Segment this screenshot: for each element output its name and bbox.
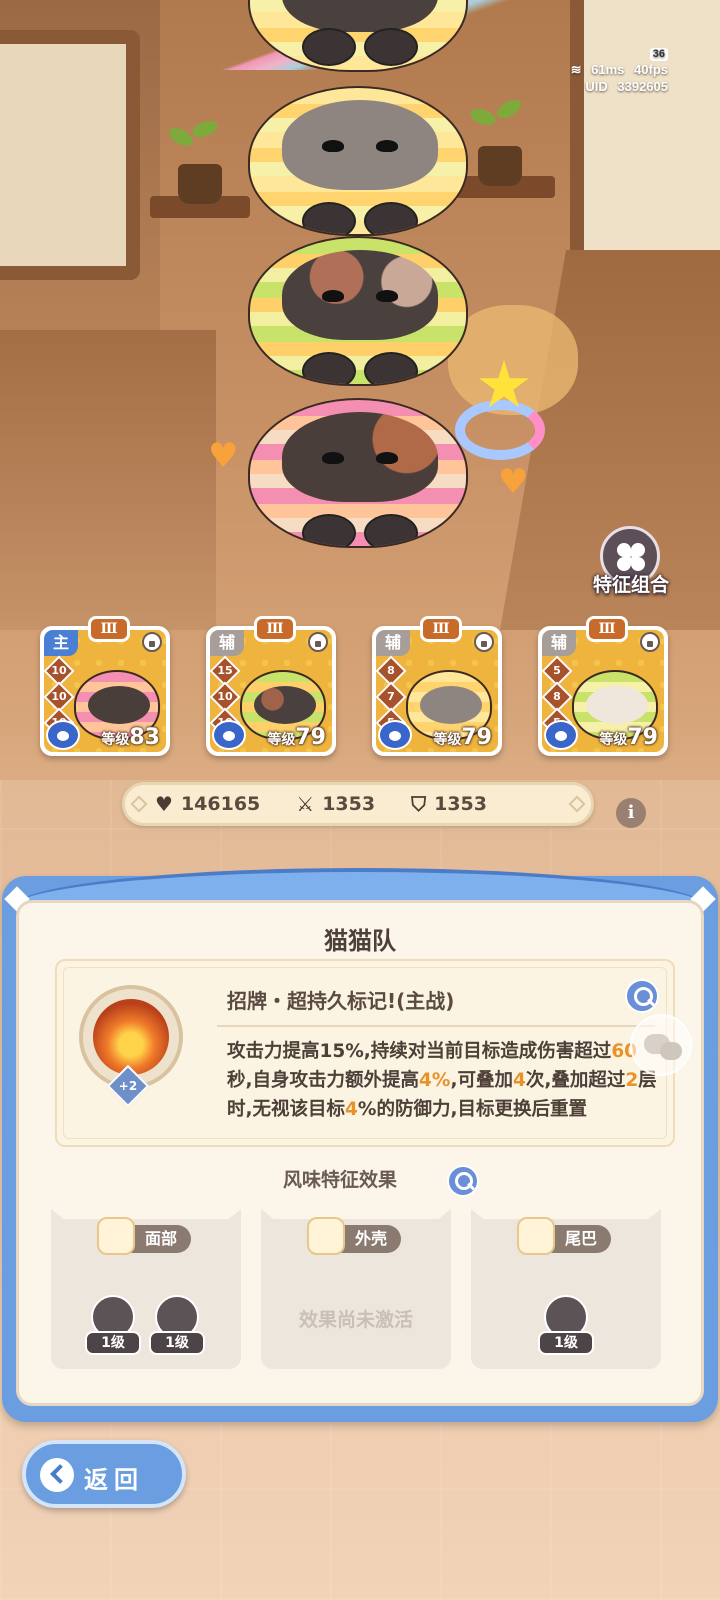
rank-badge: Ⅲ: [420, 616, 462, 642]
info-button[interactable]: i: [616, 798, 646, 828]
team-panel: 猫猫队 +2 招牌・超持久标记!(主战) 攻击力提高15%,持续对当前目标造成伤…: [2, 868, 718, 1422]
slot-tag: 面部: [96, 1217, 192, 1255]
level-label: 等级: [101, 732, 130, 748]
level-label: 等级: [599, 732, 628, 748]
role-tag: 辅: [376, 630, 410, 656]
level-label: 等级: [433, 732, 462, 748]
lock-icon[interactable]: [308, 632, 328, 652]
heart-icon: ♥: [208, 436, 239, 476]
crossed-swords-icon: ⚔: [296, 792, 315, 816]
card-stat: 10: [217, 690, 233, 703]
flavor-slot-shell[interactable]: 外壳 效果尚未激活: [261, 1217, 451, 1369]
slot-empty-text: 效果尚未激活: [298, 1309, 413, 1331]
trait-level: 1级: [85, 1331, 141, 1355]
cat-blob: [248, 0, 468, 72]
card-stat: 10: [51, 664, 67, 677]
skill-description[interactable]: 攻击力提高15%,持续对当前目标造成伤害超过60秒,自身攻击力额外提高4%,可叠…: [227, 1037, 657, 1141]
card-stat: 8: [387, 664, 395, 677]
fps-value: 40fps: [634, 62, 668, 77]
tail-ring: [455, 400, 545, 460]
shell-icon: [306, 1217, 345, 1255]
trait-badge[interactable]: 1级: [149, 1295, 205, 1355]
flavor-zoom-button[interactable]: [447, 1165, 479, 1197]
window: [570, 0, 720, 270]
level-value: 79: [461, 725, 492, 750]
paw-icon: [378, 720, 412, 750]
rank-badge: Ⅲ: [254, 616, 296, 642]
trait-level: 1级: [538, 1331, 594, 1355]
cat-blob: [248, 236, 468, 386]
card-stat: 15: [217, 664, 233, 677]
skill-zoom-button[interactable]: [625, 979, 659, 1013]
defense-value: 1353: [434, 793, 487, 815]
chat-icon[interactable]: [630, 1014, 692, 1076]
slot-tag: 尾巴: [516, 1217, 612, 1255]
tail-icon: [516, 1217, 555, 1255]
trait-badge[interactable]: 1级: [538, 1295, 594, 1355]
trait-level: 1级: [149, 1331, 205, 1355]
role-tag: 辅: [542, 630, 576, 656]
feature-combo-label[interactable]: 特征组合: [584, 570, 678, 597]
card-stat: 10: [51, 690, 67, 703]
panel-title: 猫猫队: [324, 927, 396, 955]
wifi-icon: ≋: [570, 62, 582, 77]
hp-value: 146165: [180, 793, 261, 815]
role-tag: 主: [44, 630, 78, 656]
uid-value: 3392605: [617, 79, 668, 94]
member-card[interactable]: 辅 8 7 5 等级79 Ⅲ: [372, 616, 502, 756]
paw-icon: [544, 720, 578, 750]
card-stat: 8: [553, 690, 561, 703]
cat-stack[interactable]: [248, 0, 468, 560]
lock-icon[interactable]: [640, 632, 660, 652]
back-arrow-icon: [40, 1458, 74, 1492]
flavor-slot-face[interactable]: 面部 1级 1级: [51, 1217, 241, 1369]
back-button[interactable]: 返回: [22, 1440, 186, 1508]
level-label: 等级: [267, 732, 296, 748]
member-card[interactable]: 主 10 10 10 等级83 Ⅲ: [40, 616, 170, 756]
skill-name: 招牌・超持久标记!(主战): [227, 989, 455, 1013]
team-stats-bar: ♥ 146165 ⚔ 1353 ⛉ 1353: [122, 782, 594, 826]
divider: [217, 1025, 655, 1027]
card-stat: 7: [387, 690, 395, 703]
window: [0, 30, 140, 280]
card-stat: 5: [553, 664, 561, 677]
flavor-section-title: 风味特征效果: [282, 1169, 397, 1191]
rank-badge: Ⅲ: [586, 616, 628, 642]
trait-badge[interactable]: 1级: [85, 1295, 141, 1355]
flavor-slot-tail[interactable]: 尾巴 1级: [471, 1217, 661, 1369]
battery-indicator: 36: [649, 48, 668, 61]
role-tag: 辅: [210, 630, 244, 656]
ping-value: 61ms: [591, 62, 625, 77]
uid-label: UID: [585, 79, 608, 94]
heart-icon: ♥: [155, 792, 173, 816]
paw-icon: [212, 720, 246, 750]
skill-box: +2 招牌・超持久标记!(主战) 攻击力提高15%,持续对当前目标造成伤害超过6…: [55, 959, 675, 1147]
level-value: 79: [627, 725, 658, 750]
status-hud: 36 ≋ 61ms 40fps UID 3392605: [548, 44, 668, 95]
attack-value: 1353: [322, 793, 376, 815]
slot-tag: 外壳: [306, 1217, 402, 1255]
level-value: 79: [295, 725, 326, 750]
heart-icon: ♥: [498, 462, 529, 502]
shield-icon: ⛉: [411, 792, 427, 816]
cat-face-icon: [96, 1217, 135, 1255]
lock-icon[interactable]: [474, 632, 494, 652]
member-card[interactable]: 辅 15 10 10 等级79 Ⅲ: [206, 616, 336, 756]
back-label: 返回: [84, 1466, 144, 1494]
rank-badge: Ⅲ: [88, 616, 130, 642]
paw-icon: [46, 720, 80, 750]
level-value: 83: [129, 725, 160, 750]
cat-blob: [248, 398, 468, 548]
cat-blob: [248, 86, 468, 236]
lock-icon[interactable]: [142, 632, 162, 652]
member-card[interactable]: 辅 5 8 5 等级79 Ⅲ: [538, 616, 668, 756]
